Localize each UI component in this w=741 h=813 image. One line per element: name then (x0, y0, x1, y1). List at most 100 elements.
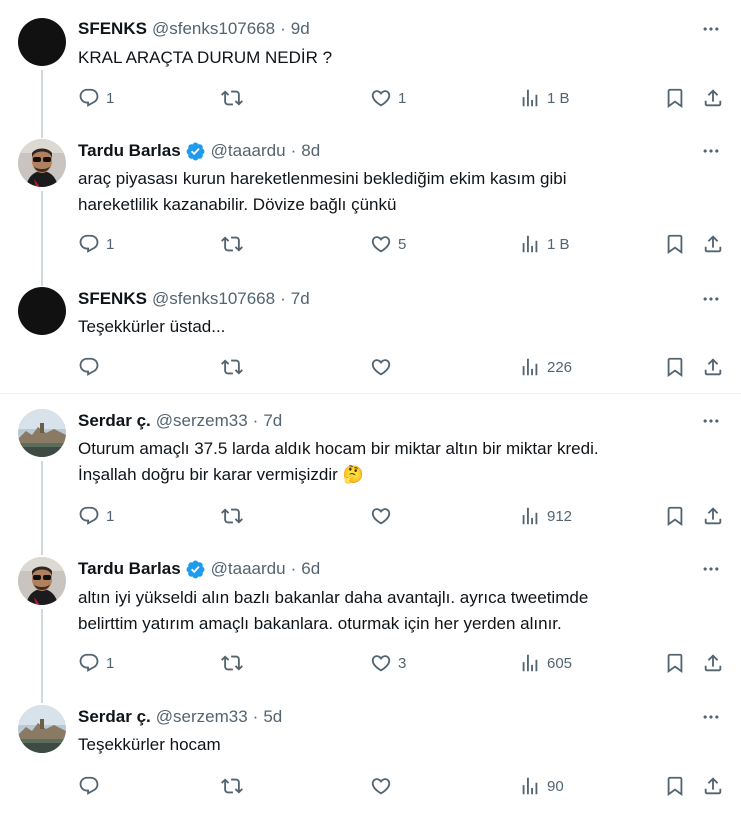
bookmark-button[interactable] (664, 774, 686, 798)
user-handle[interactable]: @serzem33 (156, 411, 248, 431)
reply-icon (78, 652, 100, 674)
views-button[interactable]: 1 B (519, 232, 570, 256)
separator: · (280, 19, 286, 38)
bookmark-button[interactable] (664, 232, 686, 256)
share-button[interactable] (702, 504, 724, 528)
display-name[interactable]: Tardu Barlas (78, 559, 181, 579)
more-dots-icon[interactable] (699, 557, 723, 581)
like-button[interactable] (370, 774, 392, 798)
avatar[interactable] (18, 705, 66, 753)
display-name[interactable]: SFENKS (78, 289, 147, 309)
retweet-button[interactable] (221, 232, 243, 256)
reply-button[interactable] (78, 774, 100, 798)
timestamp[interactable]: 9d (291, 19, 310, 39)
heart-icon (370, 233, 392, 255)
bookmark-icon (664, 87, 686, 109)
action-bar: 1 5 1 B (78, 232, 728, 256)
tweet-2[interactable]: Tardu Barlas @taaardu · 8d araç piyasası… (0, 134, 741, 282)
view-count: 1 B (547, 235, 570, 253)
tweet-text-line: hareketlilik kazanabilir. Dövize bağlı ç… (78, 195, 397, 214)
share-icon (702, 652, 724, 674)
views-button[interactable]: 90 (519, 774, 564, 798)
views-button[interactable]: 1 B (519, 86, 570, 110)
reply-icon (78, 356, 100, 378)
retweet-button[interactable] (221, 774, 243, 798)
tweet-5[interactable]: Tardu Barlas @taaardu · 6d altın iyi yük… (0, 545, 741, 695)
thread-line (41, 134, 43, 138)
separator: · (290, 559, 297, 578)
reply-button[interactable]: 1 (78, 504, 114, 528)
like-button[interactable] (370, 355, 392, 379)
bookmark-icon (664, 775, 686, 797)
separator: · (252, 411, 259, 430)
views-button[interactable]: 605 (519, 651, 572, 675)
verified-badge-icon[interactable] (185, 141, 206, 162)
like-button[interactable]: 3 (370, 651, 406, 675)
heart-icon (370, 775, 392, 797)
bookmark-button[interactable] (664, 86, 686, 110)
thread-line (41, 695, 43, 703)
display-name[interactable]: Tardu Barlas (78, 141, 181, 161)
more-dots-icon[interactable] (699, 287, 723, 311)
share-button[interactable] (702, 774, 724, 798)
retweet-button[interactable] (221, 504, 243, 528)
share-button[interactable] (702, 232, 724, 256)
share-button[interactable] (702, 651, 724, 675)
tweet-text: Teşekkürler üstad... (78, 314, 718, 340)
tweet-1[interactable]: SFENKS @sfenks107668 · 9d KRAL ARAÇTA DU… (0, 0, 741, 134)
tweet-4[interactable]: Serdar ç. @serzem33 · 7d Oturum amaçlı 3… (0, 395, 741, 545)
share-button[interactable] (702, 86, 724, 110)
more-dots-icon[interactable] (699, 409, 723, 433)
tweet-6[interactable]: Serdar ç. @serzem33 · 5d Teşekkürler hoc… (0, 695, 741, 813)
more-dots-icon[interactable] (699, 17, 723, 41)
like-count: 1 (398, 89, 407, 107)
reply-count: 1 (106, 507, 115, 525)
view-count: 1 B (547, 89, 570, 107)
reply-count: 1 (106, 235, 115, 253)
avatar[interactable] (18, 139, 66, 187)
like-button[interactable]: 1 (370, 86, 406, 110)
reply-button[interactable]: 1 (78, 86, 114, 110)
display-name[interactable]: Serdar ç. (78, 707, 151, 727)
tweet-text: Teşekkürler hocam (78, 732, 718, 758)
view-count: 226 (547, 358, 573, 376)
user-handle[interactable]: @sfenks107668 (152, 289, 275, 309)
user-handle[interactable]: @taaardu (211, 559, 286, 579)
bookmark-icon (664, 233, 686, 255)
user-handle[interactable]: @taaardu (211, 141, 286, 161)
views-button[interactable]: 912 (519, 504, 572, 528)
timestamp[interactable]: 6d (301, 559, 320, 579)
reply-button[interactable] (78, 355, 100, 379)
views-chart-icon (519, 652, 541, 674)
display-name[interactable]: SFENKS (78, 19, 147, 39)
like-button[interactable] (370, 504, 392, 528)
reply-button[interactable]: 1 (78, 232, 114, 256)
timestamp[interactable]: 7d (291, 289, 310, 309)
share-button[interactable] (702, 355, 724, 379)
more-dots-icon[interactable] (699, 139, 723, 163)
retweet-button[interactable] (221, 355, 243, 379)
user-handle[interactable]: @serzem33 (156, 707, 248, 727)
verified-badge-icon[interactable] (185, 559, 206, 580)
avatar[interactable] (18, 557, 66, 605)
timestamp[interactable]: 5d (263, 707, 282, 727)
retweet-button[interactable] (221, 86, 243, 110)
display-name[interactable]: Serdar ç. (78, 411, 151, 431)
more-dots-icon[interactable] (699, 705, 723, 729)
views-chart-icon (519, 233, 541, 255)
avatar[interactable] (18, 409, 66, 457)
reply-button[interactable]: 1 (78, 651, 114, 675)
tweet-3[interactable]: SFENKS @sfenks107668 · 7d Teşekkürler üs… (0, 282, 741, 394)
avatar[interactable] (18, 287, 66, 335)
user-handle[interactable]: @sfenks107668 (152, 19, 275, 39)
views-button[interactable]: 226 (519, 355, 572, 379)
timestamp[interactable]: 7d (263, 411, 282, 431)
like-button[interactable]: 5 (370, 232, 406, 256)
bookmark-button[interactable] (664, 651, 686, 675)
timestamp[interactable]: 8d (301, 141, 320, 161)
bookmark-button[interactable] (664, 355, 686, 379)
bookmark-icon (664, 356, 686, 378)
bookmark-button[interactable] (664, 504, 686, 528)
retweet-button[interactable] (221, 651, 243, 675)
avatar[interactable] (18, 18, 66, 66)
